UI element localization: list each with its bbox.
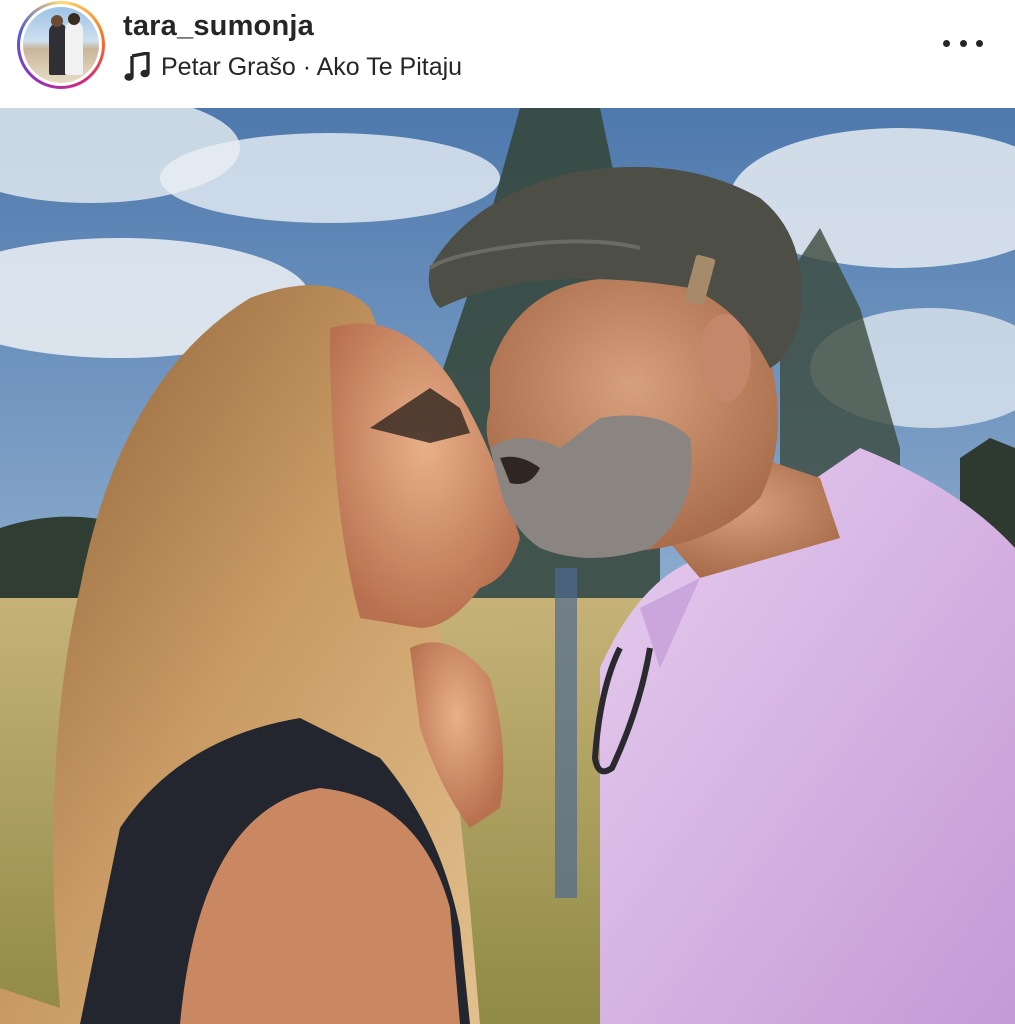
- post-header: tara_sumonja Petar Grašo · Ako Te Pitaju: [0, 0, 1015, 108]
- avatar[interactable]: [23, 7, 99, 83]
- post-photo[interactable]: [0, 108, 1015, 1024]
- music-track-label: Petar Grašo · Ako Te Pitaju: [161, 52, 463, 81]
- more-options-icon: [943, 39, 950, 47]
- instagram-post: tara_sumonja Petar Grašo · Ako Te Pitaju: [0, 0, 1015, 1024]
- username[interactable]: tara_sumonja: [123, 10, 314, 43]
- music-attribution[interactable]: Petar Grašo · Ako Te Pitaju: [124, 50, 462, 84]
- photo-illustration: [0, 108, 1015, 1024]
- more-options-button[interactable]: [943, 28, 983, 58]
- story-ring[interactable]: [17, 1, 105, 89]
- music-note-icon: [124, 52, 150, 81]
